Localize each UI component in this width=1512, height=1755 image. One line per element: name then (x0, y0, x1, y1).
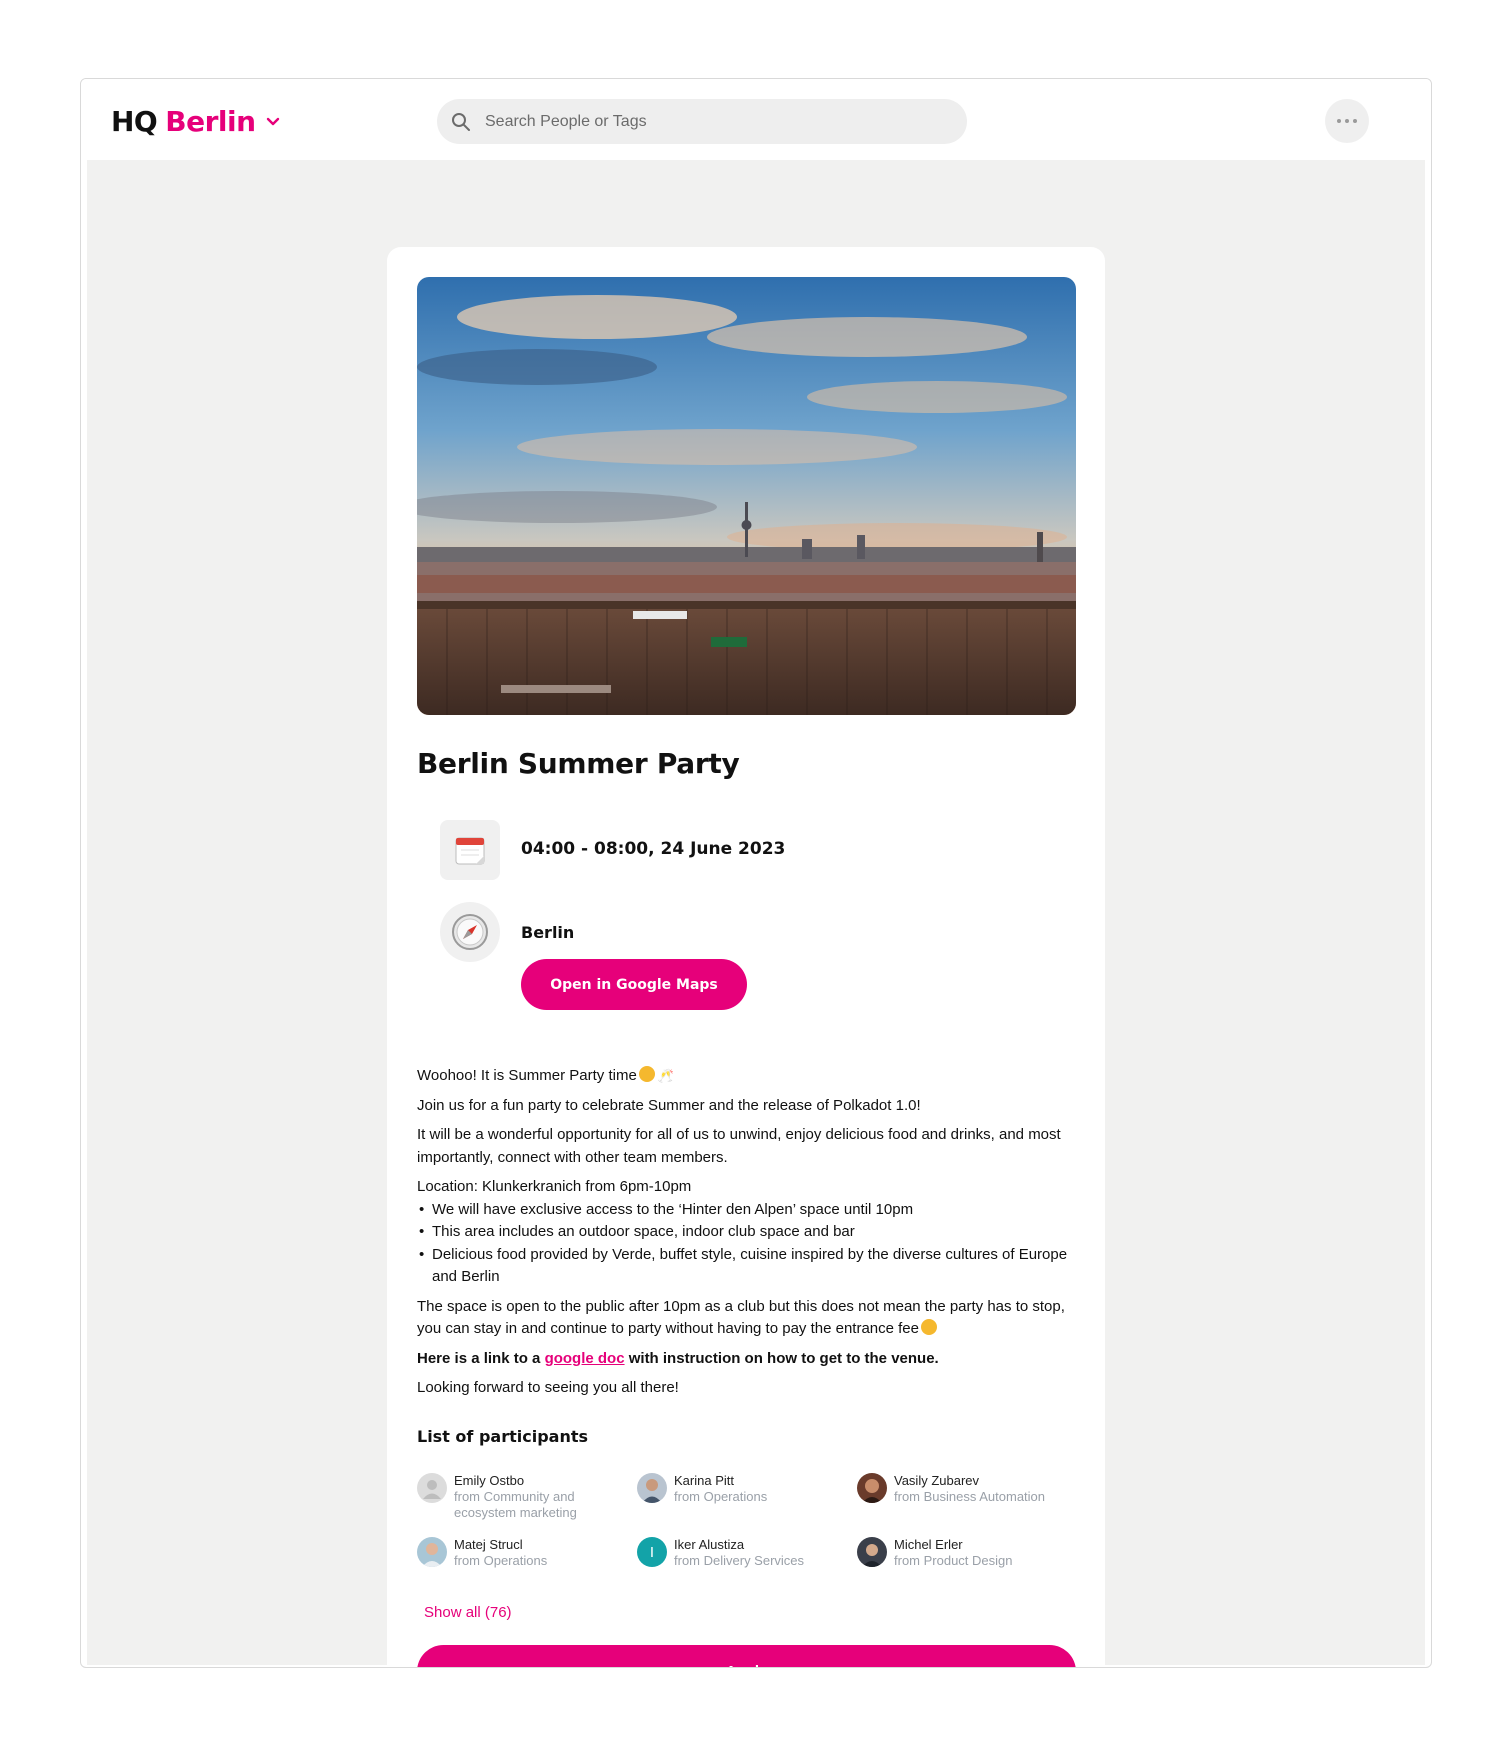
event-card: Berlin Summer Party 04:00 - 08:00, 24 Ju… (387, 247, 1105, 1667)
space-switcher[interactable]: HQ Berlin (111, 105, 282, 138)
participant-name: Iker Alustiza (674, 1537, 745, 1552)
apply-button[interactable]: Apply (417, 1645, 1076, 1667)
open-google-maps-button[interactable]: Open in Google Maps (521, 959, 747, 1010)
participant-info: Michel Erler from Product Design (894, 1537, 1013, 1569)
participant-name: Matej Strucl (454, 1537, 523, 1552)
avatar (417, 1473, 447, 1503)
participant-item[interactable]: Vasily Zubarev from Business Automation (857, 1473, 1067, 1505)
description-line: Looking forward to seeing you all there! (417, 1379, 679, 1396)
participant-name: Karina Pitt (674, 1473, 734, 1488)
event-description: Woohoo! It is Summer Party time 🥂 Join us… (417, 1065, 1077, 1407)
champagne-emoji-icon: 🥂 (657, 1068, 674, 1083)
logo-city: Berlin (165, 105, 256, 138)
participant-info: Vasily Zubarev from Business Automation (894, 1473, 1045, 1505)
location-line: Location: Klunkerkranich from 6pm-10pm (417, 1178, 692, 1195)
description-line: The space is open to the public after 10… (417, 1296, 1077, 1341)
list-item: We will have exclusive access to the ‘Hi… (417, 1199, 1077, 1222)
participant-item[interactable]: Matej Strucl from Operations (417, 1537, 627, 1569)
participant-item[interactable]: Emily Ostbo from Community and ecosystem… (417, 1473, 627, 1521)
participant-team: from Operations (454, 1553, 548, 1568)
event-cover-image (417, 277, 1076, 715)
details-list: We will have exclusive access to the ‘Hi… (417, 1199, 1077, 1289)
participant-info: Karina Pitt from Operations (674, 1473, 767, 1505)
participant-team: from Business Automation (894, 1489, 1046, 1504)
logo-prefix: HQ (111, 105, 158, 138)
description-line: It will be a wonderful opportunity for a… (417, 1126, 1061, 1166)
google-doc-link[interactable]: google doc (545, 1350, 625, 1367)
participants-heading: List of participants (417, 1427, 588, 1446)
participant-info: Iker Alustiza from Delivery Services (674, 1537, 804, 1569)
avatar (857, 1537, 887, 1567)
participant-item[interactable]: Michel Erler from Product Design (857, 1537, 1067, 1569)
participant-item[interactable]: I Iker Alustiza from Delivery Services (637, 1537, 847, 1569)
more-options-button[interactable] (1325, 99, 1369, 143)
avatar: I (637, 1537, 667, 1567)
participant-team: from Community and ecosystem marketing (454, 1489, 577, 1520)
public-notice: The space is open to the public after 10… (417, 1297, 1065, 1338)
app-window: HQ Berlin Search People or Tags Berlin S… (80, 78, 1432, 1668)
avatar (637, 1473, 667, 1503)
show-all-participants-link[interactable]: Show all (76) (424, 1604, 512, 1621)
search-icon (452, 112, 470, 131)
dot-icon (1345, 119, 1349, 123)
participant-info: Emily Ostbo from Community and ecosystem… (454, 1473, 627, 1521)
description-intro: Woohoo! It is Summer Party time (417, 1067, 637, 1084)
top-bar: HQ Berlin (81, 79, 1431, 160)
chevron-down-icon (266, 117, 279, 125)
description-line: Join us for a fun party to celebrate Sum… (417, 1096, 921, 1114)
participant-name: Michel Erler (894, 1537, 963, 1552)
participant-team: from Product Design (894, 1553, 1013, 1568)
description-line: Woohoo! It is Summer Party time 🥂 (417, 1065, 1077, 1088)
avatar (857, 1473, 887, 1503)
participant-team: from Delivery Services (674, 1553, 805, 1568)
calendar-icon (440, 820, 500, 880)
list-item: This area includes an outdoor space, ind… (417, 1221, 1077, 1244)
party-face-emoji-icon (921, 1319, 937, 1335)
participant-team: from Operations (674, 1489, 768, 1504)
search-bar[interactable] (437, 99, 967, 144)
event-datetime: 04:00 - 08:00, 24 June 2023 (521, 839, 786, 859)
participant-name: Vasily Zubarev (894, 1473, 980, 1488)
link-suffix: with instruction on how to get to the ve… (624, 1349, 939, 1367)
participant-info: Matej Strucl from Operations (454, 1537, 547, 1569)
search-input[interactable] (485, 112, 925, 131)
smiling-emoji-icon (638, 1066, 655, 1082)
compass-icon (440, 902, 500, 962)
participant-item[interactable]: Karina Pitt from Operations (637, 1473, 847, 1505)
directions-line: Here is a link to a google doc with inst… (417, 1348, 1077, 1371)
dot-icon (1353, 119, 1357, 123)
link-prefix: Here is a link to a (417, 1349, 545, 1367)
event-title: Berlin Summer Party (417, 747, 740, 780)
content-area: Berlin Summer Party 04:00 - 08:00, 24 Ju… (87, 160, 1425, 1667)
participant-name: Emily Ostbo (454, 1473, 525, 1488)
event-location: Berlin (521, 923, 575, 942)
avatar (417, 1537, 447, 1567)
dot-icon (1337, 119, 1341, 123)
list-item: Delicious food provided by Verde, buffet… (417, 1244, 1077, 1289)
